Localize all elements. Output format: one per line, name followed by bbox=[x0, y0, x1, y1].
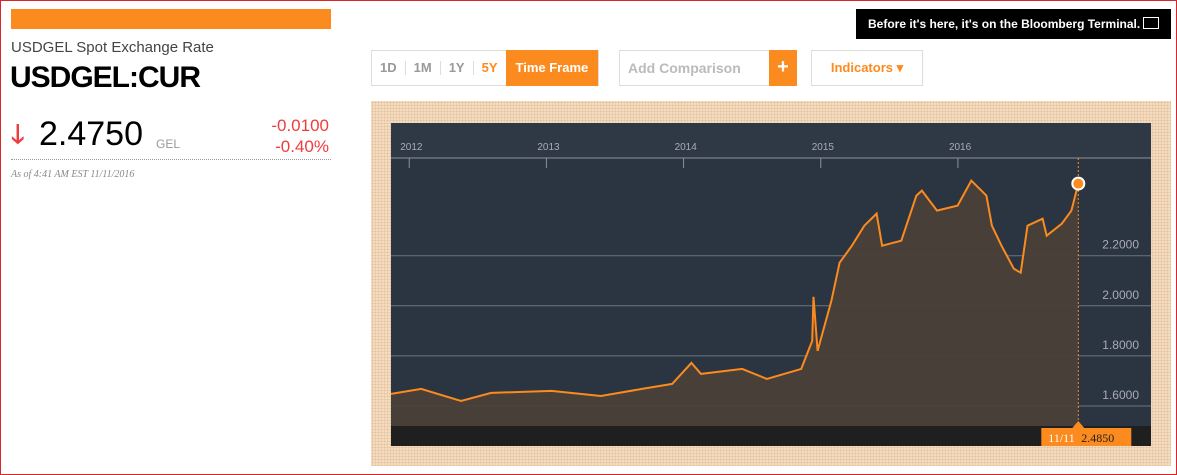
range-1y[interactable]: 1Y bbox=[441, 61, 474, 75]
terminal-icon bbox=[1143, 17, 1159, 29]
x-tick-label: 2013 bbox=[537, 142, 560, 153]
add-comparison-button[interactable]: + bbox=[769, 50, 797, 86]
currency: GEL bbox=[156, 137, 181, 151]
x-axis-band bbox=[391, 123, 1151, 158]
change-value: -0.0100 bbox=[271, 116, 329, 135]
time-frame-button[interactable]: Time Frame bbox=[505, 50, 599, 86]
tooltip-value: 2.4850 bbox=[1081, 431, 1114, 445]
change-percent: -0.40% bbox=[275, 137, 329, 156]
x-tick-label: 2014 bbox=[675, 142, 698, 153]
tooltip-date: 11/11 bbox=[1048, 431, 1074, 445]
x-tick-label: 2015 bbox=[812, 142, 835, 153]
price: 2.4750 bbox=[39, 115, 143, 153]
range-1m[interactable]: 1M bbox=[406, 61, 441, 75]
x-tick-label: 2012 bbox=[400, 142, 423, 153]
range-5y[interactable]: 5Y bbox=[474, 61, 506, 75]
range-1d[interactable]: 1D bbox=[372, 61, 406, 75]
security-name: USDGEL Spot Exchange Rate bbox=[11, 39, 214, 56]
timestamp: As of 4:41 AM EST 11/11/2016 bbox=[11, 169, 135, 180]
y-tick-label: 2.0000 bbox=[1102, 288, 1139, 302]
y-tick-label: 1.8000 bbox=[1102, 338, 1139, 352]
ticker-symbol: USDGEL:CUR bbox=[10, 61, 201, 94]
brand-bar bbox=[11, 9, 331, 29]
price-change: -0.0100 -0.40% bbox=[271, 115, 329, 157]
price-chart[interactable]: 2012 2013 2014 2015 2016 1.6000 1.8000 2.0000 2.… bbox=[391, 123, 1151, 446]
indicators-dropdown[interactable]: Indicators ▾ bbox=[811, 50, 923, 86]
y-tick-label: 1.6000 bbox=[1102, 388, 1139, 402]
divider bbox=[11, 159, 331, 160]
arrow-down-icon: 🡓 bbox=[11, 119, 25, 149]
add-comparison-placeholder: Add Comparison bbox=[628, 60, 741, 76]
promo-text: Before it's here, it's on the Bloomberg … bbox=[868, 17, 1141, 31]
add-comparison-input[interactable]: Add Comparison + bbox=[619, 50, 797, 86]
x-tick-label: 2016 bbox=[949, 142, 972, 153]
x-footer-band bbox=[391, 426, 1151, 446]
y-tick-label: 2.2000 bbox=[1102, 238, 1139, 252]
range-selector: 1D 1M 1Y 5Y Time Frame bbox=[371, 50, 600, 86]
terminal-promo[interactable]: Before it's here, it's on the Bloomberg … bbox=[856, 9, 1171, 39]
last-point-marker bbox=[1071, 176, 1086, 191]
